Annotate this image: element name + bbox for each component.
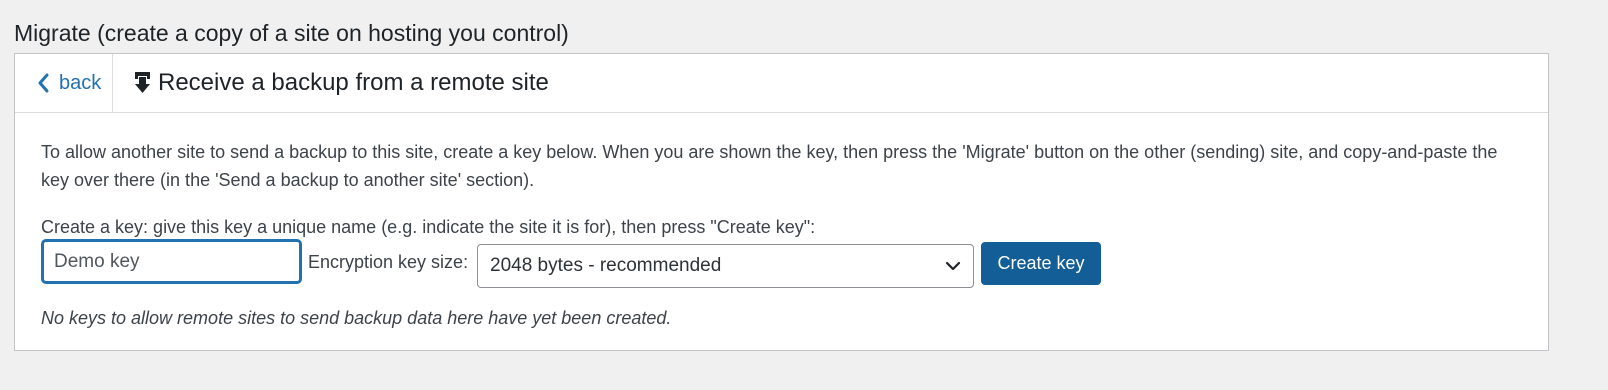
no-keys-message: No keys to allow remote sites to send ba… bbox=[41, 308, 672, 328]
back-label: back bbox=[59, 71, 102, 94]
encryption-size-value: 2048 bytes - recommended bbox=[490, 255, 722, 276]
panel-title: Receive a backup from a remote site bbox=[133, 54, 549, 112]
chevron-left-icon bbox=[38, 73, 49, 93]
receive-backup-panel: back Receive a backup from a remote site… bbox=[14, 53, 1549, 351]
create-key-label: Create a key: give this key a unique nam… bbox=[41, 217, 816, 237]
encryption-size-select[interactable]: 2048 bytes - recommended bbox=[477, 244, 974, 288]
page-title: Migrate (create a copy of a site on host… bbox=[14, 20, 569, 47]
back-link[interactable]: back bbox=[15, 54, 113, 112]
panel-header: back Receive a backup from a remote site bbox=[15, 54, 1548, 113]
download-icon bbox=[135, 72, 150, 93]
chevron-down-icon bbox=[945, 261, 961, 271]
create-key-button[interactable]: Create key bbox=[981, 242, 1101, 285]
encryption-size-label: Encryption key size: bbox=[308, 252, 469, 272]
intro-text: To allow another site to send a backup t… bbox=[41, 142, 1498, 190]
panel-title-text: Receive a backup from a remote site bbox=[158, 69, 549, 96]
key-name-input[interactable] bbox=[42, 240, 301, 283]
